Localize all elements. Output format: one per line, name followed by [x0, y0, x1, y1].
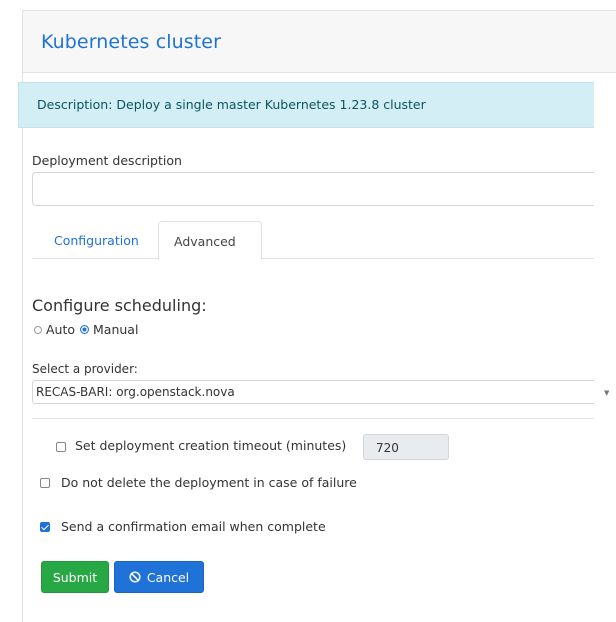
- chevron-down-icon[interactable]: ▼: [604, 389, 609, 397]
- radio-manual-circle[interactable]: [80, 325, 89, 334]
- cancel-button[interactable]: Cancel: [114, 561, 204, 593]
- divider: [32, 418, 594, 419]
- cancel-label: Cancel: [146, 569, 190, 585]
- confirmation-email-checkbox[interactable]: [40, 522, 50, 532]
- provider-label: Select a provider:: [32, 362, 138, 376]
- keep-on-failure-checkbox[interactable]: [40, 478, 50, 488]
- confirmation-email-label: Send a confirmation email when complete: [61, 519, 326, 534]
- page-title: Kubernetes cluster: [41, 31, 222, 53]
- submit-button[interactable]: Submit: [41, 561, 109, 593]
- keep-on-failure-label: Do not delete the deployment in case of …: [61, 475, 357, 490]
- tab-bar: Configuration Advanced: [32, 221, 594, 260]
- radio-auto[interactable]: Auto: [34, 322, 75, 337]
- radio-manual[interactable]: Manual: [80, 322, 138, 337]
- card-header: Kubernetes cluster: [23, 11, 616, 73]
- radio-auto-label: Auto: [46, 322, 76, 337]
- radio-auto-circle[interactable]: [34, 325, 42, 334]
- ban-icon: [129, 571, 141, 583]
- timeout-checkbox[interactable]: [56, 442, 66, 452]
- deployment-description-label: Deployment description: [32, 153, 182, 168]
- tab-configuration[interactable]: Configuration: [32, 221, 139, 259]
- timeout-label: Set deployment creation timeout (minutes…: [75, 438, 347, 453]
- provider-select[interactable]: RECAS-BARI: org.openstack.nova: [32, 380, 594, 404]
- timeout-input[interactable]: 720: [363, 434, 449, 460]
- radio-manual-label: Manual: [93, 322, 139, 337]
- tab-advanced[interactable]: Advanced: [158, 221, 262, 260]
- description-alert: Description: Deploy a single master Kube…: [18, 82, 594, 128]
- deployment-description-input[interactable]: [32, 172, 594, 206]
- scheduling-title: Configure scheduling:: [32, 296, 207, 315]
